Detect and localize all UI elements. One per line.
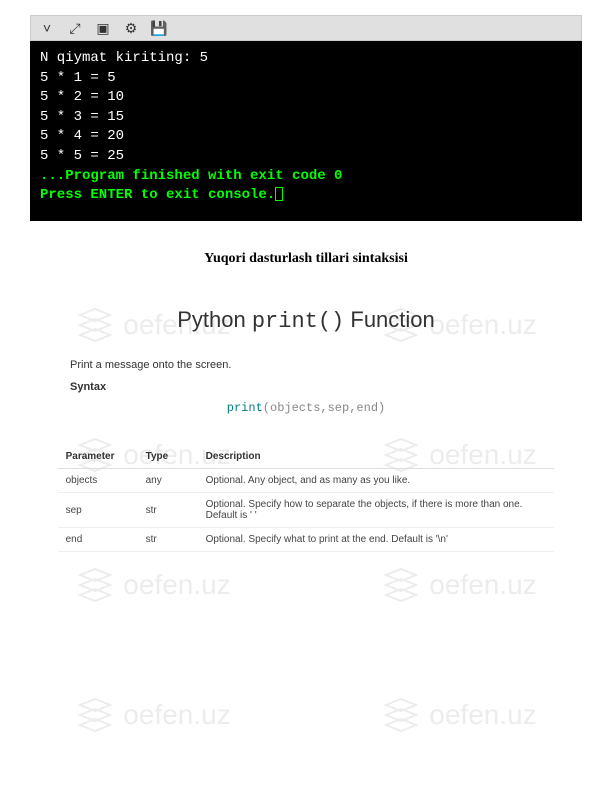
python-heading: Python print() Function xyxy=(30,307,582,334)
console-line: 5 * 5 = 25 xyxy=(40,147,572,167)
table-header: Parameter xyxy=(58,445,138,469)
table-row: sep str Optional. Specify how to separat… xyxy=(58,493,555,528)
table-cell: sep xyxy=(58,493,138,528)
console-line: 5 * 3 = 15 xyxy=(40,108,572,128)
watermark-text: oefen.uz xyxy=(429,699,536,731)
table-cell: Optional. Specify how to separate the ob… xyxy=(198,493,555,528)
console-line: 5 * 2 = 10 xyxy=(40,88,572,108)
page-content: ˅ ⤢ ▣ ⚙ 💾 N qiymat kiriting: 5 5 * 1 = 5… xyxy=(0,0,612,562)
chevron-down-icon: ˅ xyxy=(37,18,57,38)
table-header: Type xyxy=(138,445,198,469)
expand-icon: ⤢ xyxy=(65,18,85,38)
stack-icon xyxy=(75,565,115,605)
watermark-item: oefen.uz xyxy=(75,695,230,735)
syntax-keyword: print xyxy=(227,401,263,415)
table-cell: objects xyxy=(58,469,138,493)
window-icon: ▣ xyxy=(93,18,113,38)
console-toolbar: ˅ ⤢ ▣ ⚙ 💾 xyxy=(30,15,582,41)
watermark-text: oefen.uz xyxy=(123,569,230,601)
console-line: N qiymat kiriting: 5 xyxy=(40,49,572,69)
watermark-text: oefen.uz xyxy=(123,699,230,731)
table-header: Description xyxy=(198,445,555,469)
table-cell: str xyxy=(138,493,198,528)
stack-icon xyxy=(75,695,115,735)
watermark-item: oefen.uz xyxy=(381,565,536,605)
heading-func: print() xyxy=(252,309,344,334)
stack-icon xyxy=(381,695,421,735)
console-exit-line: Press ENTER to exit console. xyxy=(40,186,572,206)
save-icon: 💾 xyxy=(149,18,169,38)
console-exit-text: Press ENTER to exit console. xyxy=(40,187,275,203)
syntax-params: (objects,sep,end) xyxy=(263,401,385,415)
table-cell: any xyxy=(138,469,198,493)
table-cell: Optional. Any object, and as many as you… xyxy=(198,469,555,493)
console-line: 5 * 1 = 5 xyxy=(40,69,572,89)
watermark-item: oefen.uz xyxy=(381,695,536,735)
console-screenshot: ˅ ⤢ ▣ ⚙ 💾 N qiymat kiriting: 5 5 * 1 = 5… xyxy=(30,15,582,221)
table-row: objects any Optional. Any object, and as… xyxy=(58,469,555,493)
console-line: 5 * 4 = 20 xyxy=(40,127,572,147)
console-output: N qiymat kiriting: 5 5 * 1 = 5 5 * 2 = 1… xyxy=(30,41,582,221)
table-header-row: Parameter Type Description xyxy=(58,445,555,469)
section-title: Yuqori dasturlash tillari sintaksisi xyxy=(30,251,582,267)
table-cell: end xyxy=(58,528,138,552)
table-cell: Optional. Specify what to print at the e… xyxy=(198,528,555,552)
gear-icon: ⚙ xyxy=(121,18,141,38)
heading-suffix: Function xyxy=(344,307,435,332)
table-cell: str xyxy=(138,528,198,552)
table-row: end str Optional. Specify what to print … xyxy=(58,528,555,552)
syntax-label: Syntax xyxy=(30,381,582,393)
console-finish-line: ...Program finished with exit code 0 xyxy=(40,167,572,187)
syntax-code: print(objects,sep,end) xyxy=(30,401,582,415)
stack-icon xyxy=(381,565,421,605)
watermark-item: oefen.uz xyxy=(75,565,230,605)
cursor-icon xyxy=(275,187,283,201)
watermark-text: oefen.uz xyxy=(429,569,536,601)
params-table: Parameter Type Description objects any O… xyxy=(58,445,555,552)
heading-prefix: Python xyxy=(177,307,252,332)
python-description: Print a message onto the screen. xyxy=(30,359,582,371)
